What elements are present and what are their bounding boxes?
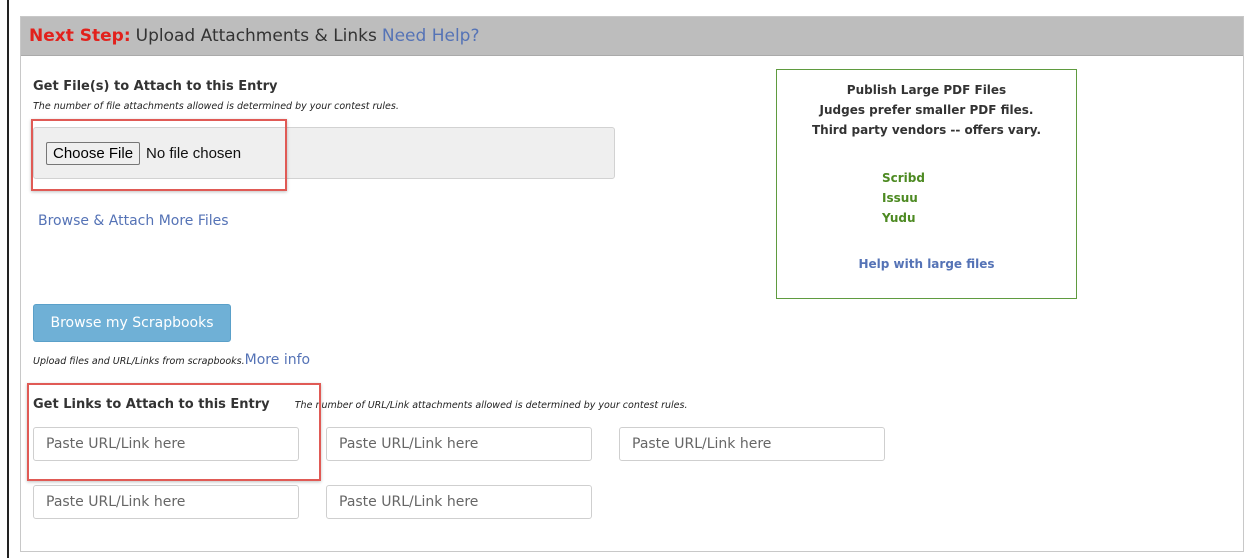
- left-border: [7, 0, 9, 558]
- more-info-link[interactable]: More info: [245, 352, 310, 368]
- need-help-link[interactable]: Need Help?: [382, 26, 480, 46]
- links-title: Get Links to Attach to this Entry: [33, 397, 270, 412]
- choose-file-button[interactable]: Choose File: [46, 141, 141, 165]
- file-input-area[interactable]: Choose File No file chosen: [33, 127, 615, 179]
- large-pdf-info-box: Publish Large PDF Files Judges prefer sm…: [776, 69, 1077, 299]
- scrapbooks-note-row: Upload files and URL/Links from scrapboo…: [33, 349, 310, 368]
- upload-panel: Next Step: Upload Attachments & Links Ne…: [20, 16, 1244, 552]
- browse-scrapbooks-button[interactable]: Browse my Scrapbooks: [33, 304, 231, 342]
- vendor-link-yudu[interactable]: Yudu: [882, 208, 1076, 228]
- vendor-link-issuu[interactable]: Issuu: [882, 188, 1076, 208]
- url-input-4[interactable]: [33, 485, 299, 519]
- links-note: The number of URL/Link attachments allow…: [294, 400, 688, 411]
- url-input-2[interactable]: [326, 427, 592, 461]
- next-step-label: Next Step:: [29, 26, 131, 46]
- judges-prefer-text: Judges prefer smaller PDF files.: [819, 103, 1034, 117]
- url-input-1[interactable]: [33, 427, 299, 461]
- no-file-chosen-text: No file chosen: [146, 144, 242, 162]
- help-large-files-link[interactable]: Help with large files: [858, 257, 994, 271]
- browse-more-files-link[interactable]: Browse & Attach More Files: [38, 213, 229, 229]
- vendor-link-scribd[interactable]: Scribd: [882, 168, 1076, 188]
- third-party-text: Third party vendors -- offers vary.: [811, 123, 1042, 137]
- panel-title: Upload Attachments & Links: [135, 26, 377, 46]
- files-note: The number of file attachments allowed i…: [33, 101, 399, 112]
- links-title-row: Get Links to Attach to this Entry The nu…: [33, 393, 687, 412]
- panel-header: Next Step: Upload Attachments & Links Ne…: [21, 17, 1243, 56]
- files-title: Get File(s) to Attach to this Entry: [33, 79, 278, 94]
- url-input-3[interactable]: [619, 427, 885, 461]
- scrapbooks-note: Upload files and URL/Links from scrapboo…: [33, 356, 245, 367]
- url-input-5[interactable]: [326, 485, 592, 519]
- publish-large-pdf-title: Publish Large PDF Files: [846, 83, 1007, 97]
